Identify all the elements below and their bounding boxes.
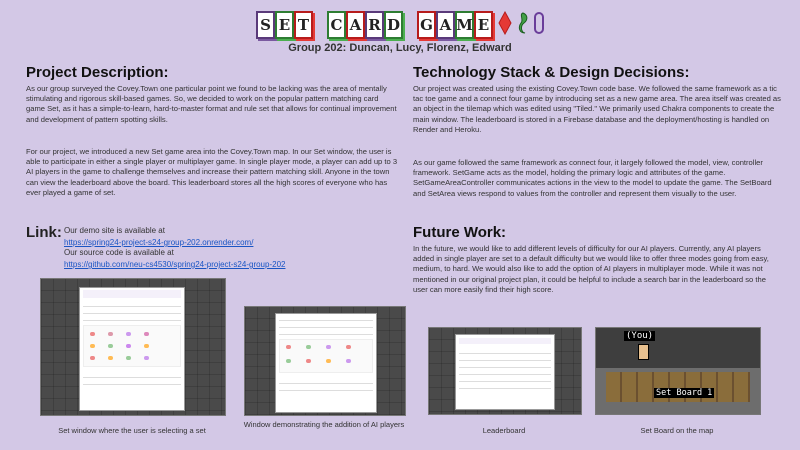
logo-letter-card: E bbox=[275, 11, 294, 39]
card-grid bbox=[279, 339, 373, 373]
future-work-paragraph: In the future, we would like to add diff… bbox=[413, 244, 769, 294]
logo-letter-card: S bbox=[256, 11, 275, 39]
you-label: (You) bbox=[624, 331, 656, 341]
project-description-heading: Project Description: bbox=[26, 64, 169, 81]
card-grid bbox=[83, 325, 181, 367]
leaderboard-panel bbox=[455, 334, 555, 410]
logo-letter-card: R bbox=[365, 11, 384, 39]
set-board-label: Set Board 1 bbox=[654, 388, 715, 398]
source-code-link[interactable]: https://github.com/neu-cs4530/spring24-p… bbox=[64, 260, 285, 269]
logo-letter-card: A bbox=[436, 11, 455, 39]
project-description-paragraph-1: As our group surveyed the Covey.Town one… bbox=[26, 84, 397, 124]
set-card-game-logo: SET CARD GAME bbox=[256, 10, 544, 40]
project-description-paragraph-2: For our project, we introduced a new Set… bbox=[26, 147, 398, 197]
logo-letter-card: M bbox=[455, 11, 474, 39]
tech-stack-paragraph-1: Our project was created using the existi… bbox=[413, 84, 781, 134]
demo-site-text: Our demo site is available at bbox=[64, 226, 165, 235]
screenshot-set-window bbox=[40, 278, 226, 416]
squiggle-shape-icon bbox=[517, 11, 529, 40]
links-block: Our demo site is available at https://sp… bbox=[64, 226, 404, 270]
oval-shape-icon bbox=[534, 11, 544, 40]
demo-site-link[interactable]: https://spring24-project-s24-group-202.o… bbox=[64, 238, 253, 247]
screenshot-ai-players bbox=[244, 306, 406, 416]
logo-letter-card: G bbox=[417, 11, 436, 39]
link-heading: Link: bbox=[26, 224, 62, 241]
poster-header: SET CARD GAME Group 202: Duncan, Lucy, F… bbox=[0, 10, 800, 54]
diamond-shape-icon bbox=[498, 10, 512, 40]
group-subtitle: Group 202: Duncan, Lucy, Florenz, Edward bbox=[288, 42, 512, 54]
logo-letter-card: A bbox=[346, 11, 365, 39]
screenshot-leaderboard bbox=[428, 327, 582, 415]
ai-players-panel bbox=[275, 313, 377, 413]
logo-letter-card: T bbox=[294, 11, 313, 39]
tech-stack-paragraph-2: As our game followed the same framework … bbox=[413, 158, 772, 198]
caption-leaderboard: Leaderboard bbox=[482, 426, 526, 435]
panel-title-bar bbox=[83, 290, 181, 298]
future-work-heading: Future Work: bbox=[413, 224, 507, 241]
player-avatar bbox=[638, 344, 649, 360]
set-window-panel bbox=[79, 287, 185, 411]
logo-letter-card: D bbox=[384, 11, 403, 39]
screenshot-set-board-map: (You) Set Board 1 bbox=[595, 327, 761, 415]
caption-ai-players: Window demonstrating the addition of AI … bbox=[243, 420, 405, 429]
logo-letter-card: C bbox=[327, 11, 346, 39]
source-code-text: Our source code is available at bbox=[64, 248, 174, 257]
caption-set-window: Set window where the user is selecting a… bbox=[58, 426, 206, 435]
caption-set-board-map: Set Board on the map bbox=[640, 426, 714, 435]
tech-stack-heading: Technology Stack & Design Decisions: bbox=[413, 64, 690, 81]
logo-letter-card: E bbox=[474, 11, 493, 39]
